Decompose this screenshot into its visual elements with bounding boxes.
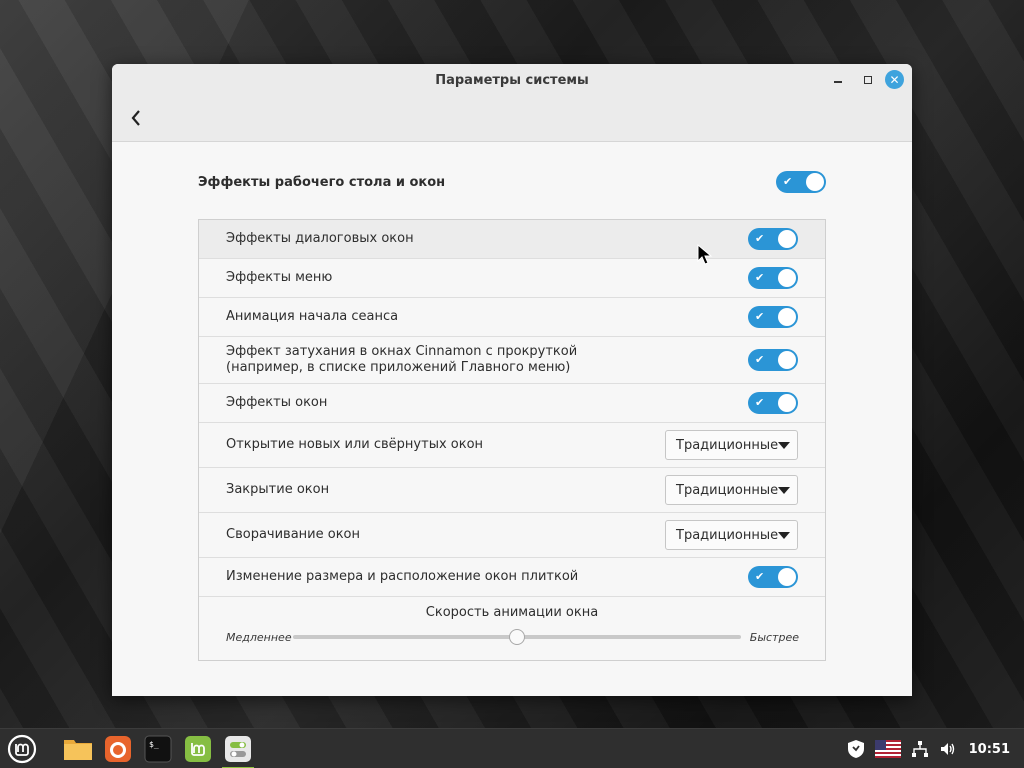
check-icon: ✔ — [783, 175, 793, 188]
dropdown-arrow-icon — [778, 486, 791, 494]
open-windows-dropdown[interactable]: Традиционные — [665, 430, 798, 460]
settings-content: Эффекты рабочего стола и окон ✔ Эффекты … — [112, 143, 912, 696]
mint-logo-icon — [7, 734, 37, 764]
minimize-windows-dropdown[interactable]: Традиционные — [665, 520, 798, 550]
close-windows-dropdown[interactable]: Традиционные — [665, 475, 798, 505]
row-label: Эффекты окон — [226, 395, 328, 410]
row-close-windows: Закрытие окон Традиционные — [199, 468, 825, 513]
row-minimize-windows: Сворачивание окон Традиционные — [199, 513, 825, 558]
svg-text:$_: $_ — [149, 740, 159, 749]
check-icon: ✔ — [755, 396, 765, 409]
terminal-icon: $_ — [144, 735, 172, 763]
check-icon: ✔ — [755, 310, 765, 323]
switch-knob — [778, 568, 796, 586]
firefox-launcher[interactable] — [102, 733, 134, 765]
session-animation-switch[interactable]: ✔ — [748, 306, 798, 328]
window-effects-switch[interactable]: ✔ — [748, 392, 798, 414]
network-icon — [911, 741, 928, 757]
row-fade-effect: Эффект затухания в окнах Cinnamon с прок… — [199, 337, 825, 384]
close-icon: ✕ — [889, 72, 900, 87]
volume-icon — [940, 743, 954, 755]
switch-knob — [778, 230, 796, 248]
clock[interactable]: 10:51 — [969, 742, 1010, 757]
mint-menu-button[interactable] — [6, 733, 38, 765]
row-label: Сворачивание окон — [226, 527, 361, 542]
row-open-windows: Открытие новых или свёрнутых окон Традиц… — [199, 423, 825, 468]
dropdown-value: Традиционные — [676, 527, 779, 543]
network-tray[interactable] — [911, 740, 929, 758]
system-tray: 10:51 — [837, 729, 1024, 768]
minimize-icon — [834, 81, 842, 83]
mint-update-icon — [185, 736, 211, 762]
master-effects-label: Эффекты рабочего стола и окон — [198, 174, 446, 190]
check-icon: ✔ — [755, 271, 765, 284]
row-label: Закрытие окон — [226, 482, 330, 497]
animation-speed-row: Скорость анимации окна Медленнее Быстрее — [199, 597, 825, 660]
chevron-left-icon — [131, 110, 140, 126]
animation-speed-caption: Скорость анимации окна — [425, 605, 599, 620]
dropdown-arrow-icon — [778, 531, 791, 539]
shield-tray[interactable] — [847, 739, 865, 759]
row-tiling: Изменение размера и расположение окон пл… — [199, 558, 825, 597]
window-title: Параметры системы — [435, 73, 589, 88]
minimize-button[interactable] — [828, 70, 848, 90]
us-flag-icon — [874, 740, 901, 758]
row-dialog-effects: Эффекты диалоговых окон ✔ — [199, 220, 825, 259]
mouse-pointer-icon — [697, 244, 713, 265]
row-label: Эффекты диалоговых окон — [226, 231, 414, 246]
row-label: Изменение размера и расположение окон пл… — [226, 569, 579, 584]
row-label: Анимация начала сеанса — [226, 309, 399, 324]
switch-knob — [778, 269, 796, 287]
animation-speed-slider[interactable] — [293, 629, 741, 645]
fast-label: Быстрее — [749, 631, 799, 644]
maximize-icon — [864, 76, 872, 84]
row-menu-effects: Эффекты меню ✔ — [199, 259, 825, 298]
folder-icon — [64, 740, 92, 760]
switch-knob — [778, 308, 796, 326]
dialog-effects-switch[interactable]: ✔ — [748, 228, 798, 250]
taskbar: $_ 10:51 — [0, 728, 1024, 768]
menu-effects-switch[interactable]: ✔ — [748, 267, 798, 289]
dropdown-value: Традиционные — [676, 437, 779, 453]
shield-icon — [847, 740, 864, 758]
row-label: Открытие новых или свёрнутых окон — [226, 437, 484, 452]
mintupdate-launcher[interactable] — [182, 733, 214, 765]
title-bar: Параметры системы ✕ — [112, 64, 912, 142]
system-settings-window: Параметры системы ✕ Эффекты рабочего сто… — [112, 64, 912, 696]
slow-label: Медленнее — [226, 631, 292, 644]
terminal-launcher[interactable]: $_ — [142, 733, 174, 765]
master-effects-row: Эффекты рабочего стола и окон ✔ — [198, 167, 826, 197]
master-effects-switch[interactable]: ✔ — [776, 171, 826, 193]
dropdown-arrow-icon — [778, 441, 791, 449]
check-icon: ✔ — [755, 232, 765, 245]
switch-knob — [778, 351, 796, 369]
row-session-animation: Анимация начала сеанса ✔ — [199, 298, 825, 337]
firefox-icon — [105, 736, 131, 762]
row-window-effects: Эффекты окон ✔ — [199, 384, 825, 423]
files-launcher[interactable] — [62, 733, 94, 765]
switch-knob — [778, 394, 796, 412]
settings-toggle-icon — [225, 736, 251, 762]
slider-thumb[interactable] — [509, 629, 525, 645]
effects-panel: Эффекты диалоговых окон ✔ Эффекты меню ✔… — [198, 219, 826, 661]
switch-knob — [806, 173, 824, 191]
maximize-button[interactable] — [858, 70, 878, 90]
fade-effect-switch[interactable]: ✔ — [748, 349, 798, 371]
row-label: Эффекты меню — [226, 270, 333, 285]
keyboard-layout-tray[interactable] — [874, 740, 901, 758]
check-icon: ✔ — [755, 353, 765, 366]
system-settings-launcher[interactable] — [222, 733, 254, 768]
row-label: Эффект затухания в окнах Cinnamon с прок… — [226, 344, 578, 375]
check-icon: ✔ — [755, 570, 765, 583]
tiling-switch[interactable]: ✔ — [748, 566, 798, 588]
close-button[interactable]: ✕ — [885, 70, 904, 89]
volume-tray[interactable] — [939, 740, 957, 758]
back-button[interactable] — [126, 104, 146, 132]
dropdown-value: Традиционные — [676, 482, 779, 498]
